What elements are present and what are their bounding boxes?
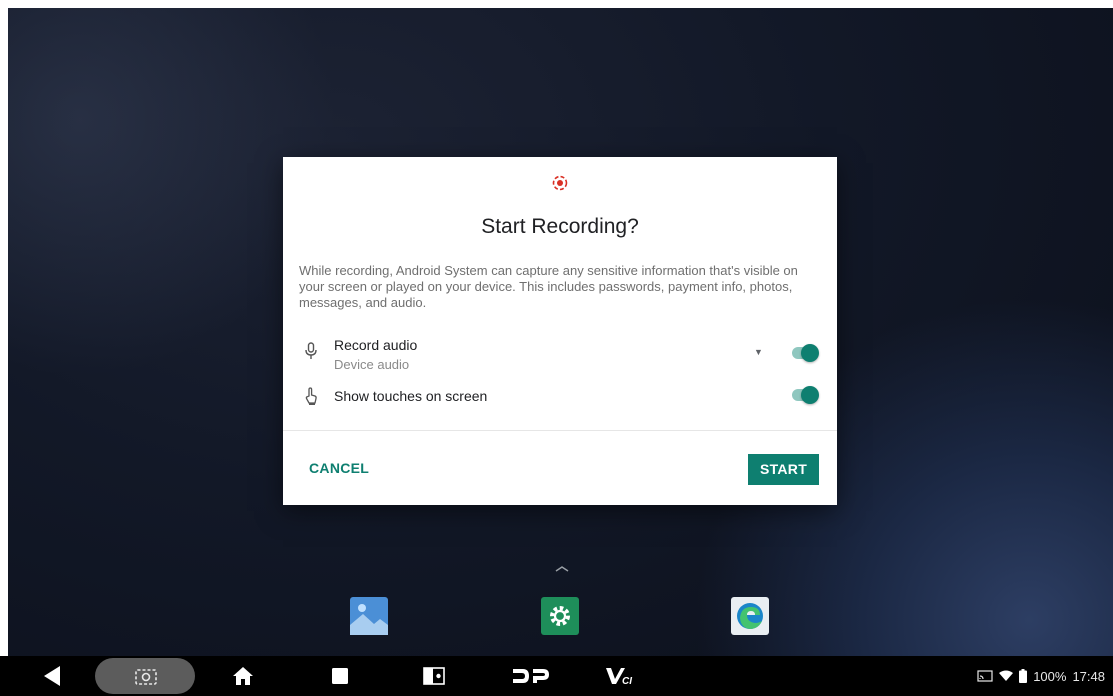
status-area: 100% 17:48 [977, 656, 1105, 696]
screenshot-icon[interactable] [133, 656, 159, 696]
battery-percent: 100% [1033, 668, 1067, 684]
dialog-description: While recording, Android System can capt… [299, 263, 798, 310]
split-screen-icon[interactable] [422, 656, 446, 696]
app-drawer-handle-icon[interactable] [555, 566, 569, 572]
svg-text:CI: CI [622, 676, 632, 686]
edge-browser-app-icon[interactable] [731, 597, 769, 635]
gallery-app-icon[interactable] [350, 597, 388, 635]
battery-icon [1019, 669, 1028, 683]
vci-icon[interactable]: CI [604, 656, 636, 696]
clock: 17:48 [1072, 668, 1105, 684]
cancel-button[interactable]: CANCEL [299, 455, 379, 481]
audio-source-dropdown-icon[interactable]: ▼ [754, 347, 763, 357]
show-touches-toggle[interactable] [790, 385, 820, 405]
settings-app-icon[interactable] [541, 597, 579, 635]
start-button[interactable]: START [748, 454, 819, 485]
top-edge [0, 0, 1113, 8]
microphone-icon [305, 342, 317, 359]
navigation-bar: CI 100% 17:48 [0, 656, 1113, 696]
record-audio-source: Device audio [334, 357, 410, 372]
record-audio-row[interactable]: Record audio Device audio ▼ [299, 335, 823, 375]
back-icon[interactable] [38, 656, 66, 696]
recents-icon[interactable] [329, 656, 351, 696]
show-touches-label: Show touches on screen [334, 388, 488, 404]
wifi-icon [999, 670, 1014, 681]
dp-icon[interactable] [509, 656, 553, 696]
left-edge [0, 0, 8, 656]
screen-record-icon [552, 175, 568, 191]
start-recording-dialog: Start Recording? While recording, Androi… [283, 157, 837, 505]
dialog-divider [283, 430, 837, 431]
record-audio-toggle[interactable] [790, 343, 820, 363]
record-audio-label: Record audio [334, 337, 418, 353]
dialog-title: Start Recording? [481, 215, 639, 238]
home-icon[interactable] [231, 656, 255, 696]
show-touches-row[interactable]: Show touches on screen [299, 385, 823, 409]
cast-screen-icon [977, 670, 993, 682]
touch-icon [305, 387, 317, 405]
